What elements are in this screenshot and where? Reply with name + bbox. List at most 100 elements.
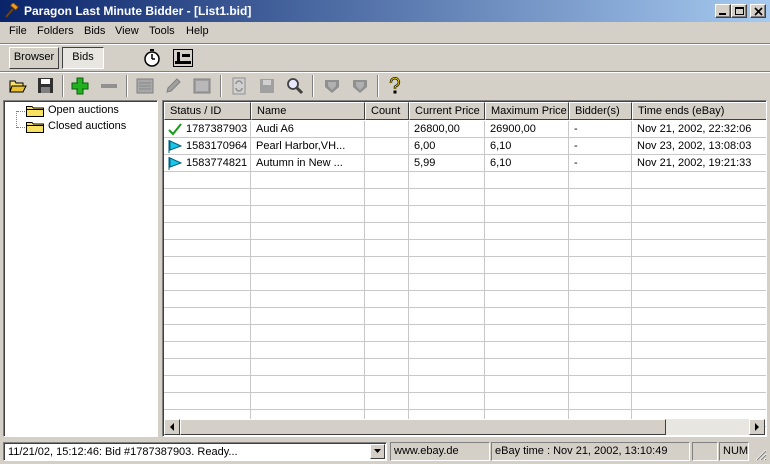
header-maximum-price[interactable]: Maximum Price [485,102,569,120]
menu-tools[interactable]: Tools [149,25,175,37]
scroll-left-button[interactable] [164,419,180,435]
empty-cell [409,240,485,257]
cell-current: 26800,00 [409,121,485,138]
bid-now-button[interactable] [320,74,344,98]
browser-tab-button[interactable]: Browser [9,47,59,69]
cell-name: Audi A6 [251,121,365,138]
tree-connector [16,111,17,128]
note-button[interactable] [190,74,214,98]
empty-row [164,325,766,342]
empty-cell [409,359,485,376]
menu-file[interactable]: File [9,25,27,37]
empty-cell [164,393,251,410]
empty-cell [251,376,365,393]
cell-status-id: 1583170964 [164,138,251,155]
empty-cell [485,308,569,325]
maximize-button[interactable] [731,4,747,18]
cell-maximum: 6,10 [485,155,569,172]
empty-cell [632,376,766,393]
cancel-bid-button[interactable] [348,74,372,98]
empty-cell [251,308,365,325]
empty-row [164,257,766,274]
open-button[interactable] [6,74,30,98]
help-button[interactable] [383,74,407,98]
bids-table: Status / ID Name Count Current Price Maximum… [162,100,767,437]
app-gavel-icon [5,3,20,18]
save-button[interactable] [34,74,58,98]
empty-cell [409,257,485,274]
close-button[interactable] [750,4,766,18]
bids-tab-button[interactable]: Bids [62,47,104,69]
empty-cell [632,393,766,410]
empty-cell [164,274,251,291]
empty-cell [485,240,569,257]
empty-cell [164,240,251,257]
empty-cell [409,342,485,359]
menu-folders[interactable]: Folders [37,25,74,37]
empty-cell [251,172,365,189]
header-status-id[interactable]: Status / ID [164,102,251,120]
horizontal-scrollbar[interactable] [164,419,765,435]
header-count[interactable]: Count [365,102,409,120]
header-current-price[interactable]: Current Price [409,102,485,120]
empty-cell [632,342,766,359]
empty-cell [365,206,409,223]
status-log-combo[interactable]: 11/21/02, 15:12:46: Bid #1787387903. Rea… [3,442,387,461]
menu-bar: File Folders Bids View Tools Help [0,22,770,42]
empty-cell [485,325,569,342]
empty-row [164,291,766,308]
scroll-right-button[interactable] [749,419,765,435]
empty-cell [251,393,365,410]
empty-cell [632,325,766,342]
cell-count [365,138,409,155]
resize-grip-icon[interactable] [754,448,767,461]
arrow-right-icon [755,423,759,431]
edit-button[interactable] [161,74,185,98]
refresh-button[interactable] [227,74,251,98]
cell-status-id: 1583774821 [164,155,251,172]
search-button[interactable] [283,74,307,98]
properties-button[interactable] [133,74,157,98]
table-row[interactable]: 1583170964 Pearl Harbor,VH... 6,00 6,10- Nov… [164,138,766,155]
empty-cell [251,359,365,376]
export-button[interactable] [255,74,279,98]
menu-help[interactable]: Help [186,25,209,37]
empty-cell [251,189,365,206]
menu-bids[interactable]: Bids [84,25,105,37]
status-message: 11/21/02, 15:12:46: Bid #1787387903. Rea… [8,446,238,458]
empty-cell [569,359,632,376]
empty-cell [251,223,365,240]
empty-cell [365,291,409,308]
empty-cell [365,325,409,342]
scroll-thumb[interactable] [180,419,666,435]
cell-ends: Nov 21, 2002, 22:32:06 [632,121,766,138]
empty-cell [569,325,632,342]
empty-cell [409,223,485,240]
status-dropdown-button[interactable] [370,444,385,459]
menu-view[interactable]: View [115,25,139,37]
header-bidders[interactable]: Bidder(s) [569,102,632,120]
empty-row [164,308,766,325]
empty-cell [632,359,766,376]
status-bar: 11/21/02, 15:12:46: Bid #1787387903. Rea… [0,440,770,464]
auction-hammer-button[interactable] [170,46,194,70]
add-bid-button[interactable] [68,74,92,98]
empty-cell [251,291,365,308]
timer-button[interactable] [140,46,164,70]
table-row[interactable]: 1787387903 Audi A6 26800,00 26900,00- Nov 21… [164,121,766,138]
empty-cell [365,172,409,189]
empty-cell [164,223,251,240]
open-folder-icon [9,80,27,93]
empty-cell [409,274,485,291]
cell-count [365,121,409,138]
empty-cell [485,257,569,274]
table-row[interactable]: 1583774821 Autumn in New ... 5,99 6,10- Nov … [164,155,766,172]
remove-bid-button[interactable] [97,74,121,98]
header-name[interactable]: Name [251,102,365,120]
empty-cell [365,359,409,376]
empty-cell [164,342,251,359]
empty-row [164,223,766,240]
minimize-button[interactable] [715,4,731,18]
empty-cell [365,257,409,274]
header-time-ends[interactable]: Time ends (eBay) [632,102,766,120]
